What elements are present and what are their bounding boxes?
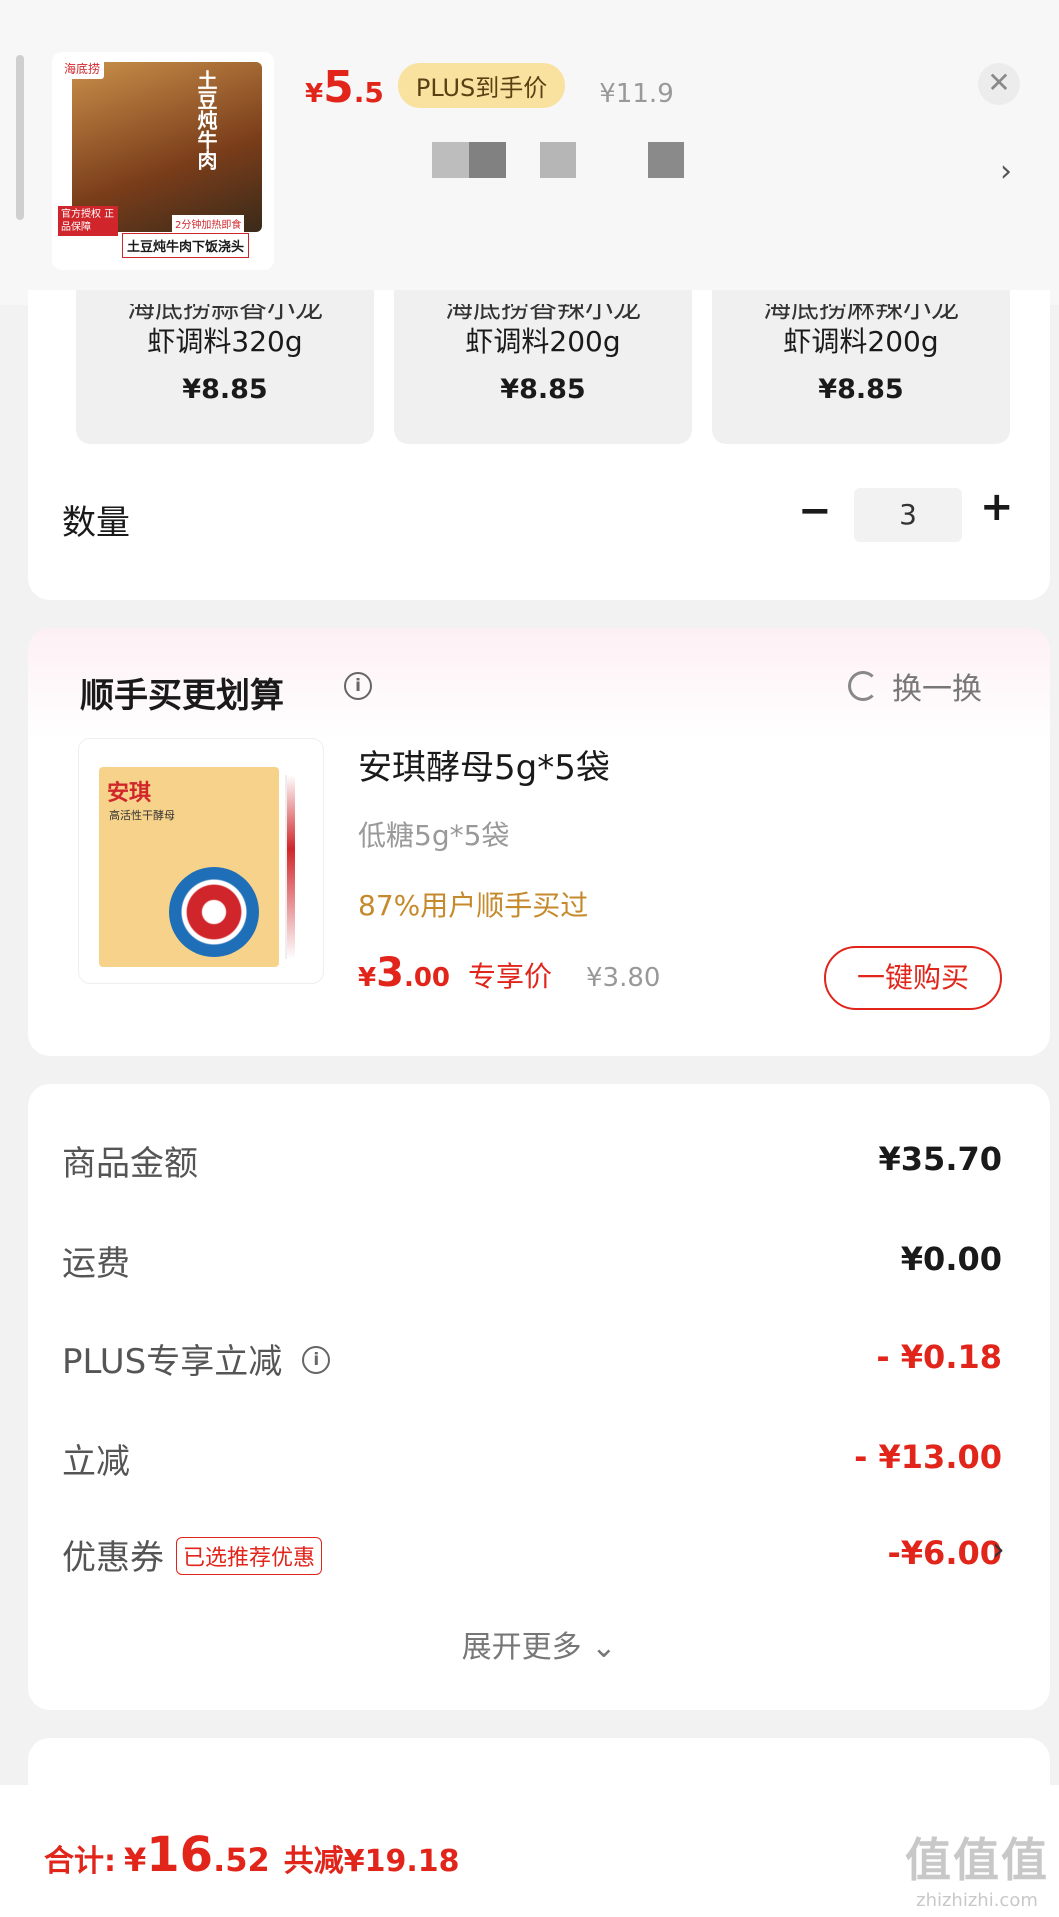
quantity-label: 数量 — [62, 503, 130, 543]
summary-value: -¥6.00 — [887, 1534, 1003, 1572]
recommend-product-stat: 87%用户顺手买过 — [358, 889, 589, 922]
summary-label: 商品金额 — [62, 1144, 198, 1184]
variant-option[interactable]: 海底捞蒜香小龙虾调料320g ¥8.85 — [76, 290, 374, 444]
variant-name-top: 海底捞香辣小龙 — [444, 304, 641, 322]
variant-name: 虾调料200g — [465, 325, 621, 358]
total-savings: 共减¥19.18 — [283, 1844, 460, 1879]
summary-row: 运费 ¥0.00 — [62, 1236, 1002, 1285]
variant-name: 虾调料320g — [147, 325, 303, 358]
total-currency: ¥ — [124, 1841, 147, 1879]
chevron-down-icon: ⌄ — [591, 1630, 617, 1665]
summary-label: 运费 — [62, 1244, 130, 1284]
recommend-card: 顺手买更划算 i 换一换 安琪 高活性干酵母 安琪酵母5g*5袋 低糖5g*5袋… — [28, 628, 1050, 1056]
watermark: 值值值 zhizhizhi.com — [905, 1824, 1049, 1911]
info-icon[interactable]: i — [344, 672, 372, 700]
variant-option[interactable]: 海底捞香辣小龙虾调料200g ¥8.85 — [394, 290, 692, 444]
variant-price: ¥8.85 — [818, 374, 904, 405]
recommend-price: ¥3.00 专享价 ¥3.80 — [358, 950, 660, 996]
recommend-product-name[interactable]: 安琪酵母5g*5袋 — [358, 740, 610, 789]
price-int: 3 — [376, 950, 404, 996]
info-icon[interactable]: i — [302, 1345, 331, 1374]
original-price: ¥3.80 — [586, 963, 661, 993]
header-price-row: ¥5.5 PLUS到手价 ¥11.9 — [305, 62, 674, 114]
coupon-tag: 已选推荐优惠 — [176, 1536, 323, 1575]
summary-row: PLUS专享立减 i - ¥0.18 — [62, 1334, 1002, 1383]
total-int: 16 — [146, 1827, 214, 1883]
variant-option[interactable]: 海底捞麻辣小龙虾调料200g ¥8.85 — [712, 290, 1010, 444]
original-price: ¥11.9 — [599, 79, 674, 109]
product-header: 海底捞 土豆炖牛肉 2分钟加热即食 官方授权 正品保障 土豆炖牛肉下饭浇头 ¥5… — [0, 0, 1059, 305]
scroll-indicator[interactable] — [16, 55, 24, 220]
yeast-package: 安琪 高活性干酵母 — [99, 767, 279, 967]
quantity-minus-button[interactable]: − — [798, 488, 832, 534]
blurred-spec — [648, 142, 684, 178]
summary-row: 商品金额 ¥35.70 — [62, 1136, 1002, 1185]
summary-label: 立减 — [62, 1442, 130, 1482]
one-click-buy-button[interactable]: 一键购买 — [824, 946, 1002, 1010]
variant-price: ¥8.85 — [182, 374, 268, 405]
thumb-dish: 土豆炖牛肉 — [194, 70, 218, 170]
recommend-product-spec: 低糖5g*5袋 — [358, 819, 510, 852]
price-dec: .00 — [403, 963, 450, 993]
expand-more-button[interactable]: 展开更多 ⌄ — [28, 1622, 1050, 1666]
total-dec: .52 — [213, 1841, 270, 1879]
pack-subtitle: 高活性干酵母 — [109, 809, 175, 822]
summary-row: 立减 - ¥13.00 — [62, 1434, 1002, 1483]
expand-label: 展开更多 — [461, 1630, 582, 1665]
price-summary-card: 商品金额 ¥35.70 运费 ¥0.00 PLUS专享立减 i - ¥0.18 立… — [28, 1084, 1050, 1710]
variant-name: 虾调料200g — [783, 325, 939, 358]
variant-name-top: 海底捞蒜香小龙 — [126, 304, 323, 322]
summary-value: - ¥0.18 — [876, 1338, 1002, 1376]
swirl-logo — [169, 867, 259, 957]
summary-value: ¥0.00 — [900, 1240, 1002, 1278]
pack-title: 安琪 — [107, 781, 152, 806]
product-thumbnail[interactable]: 海底捞 土豆炖牛肉 2分钟加热即食 官方授权 正品保障 土豆炖牛肉下饭浇头 — [52, 52, 274, 270]
checkout-bar: 合计: ¥16.52 共减¥19.18 值值值 zhizhizhi.com — [0, 1785, 1059, 1917]
price-label: 专享价 — [468, 960, 553, 993]
recommend-title: 顺手买更划算 — [80, 676, 284, 716]
quantity-input[interactable]: 3 — [854, 488, 962, 542]
blurred-spec — [432, 142, 506, 178]
variant-list: 海底捞蒜香小龙虾调料320g ¥8.85 海底捞香辣小龙虾调料200g ¥8.8… — [76, 290, 1010, 444]
summary-value: - ¥13.00 — [854, 1438, 1002, 1476]
thumb-name-tag: 土豆炖牛肉下饭浇头 — [122, 233, 250, 258]
quantity-plus-button[interactable]: + — [980, 484, 1014, 530]
pack-strip — [285, 775, 295, 959]
recommend-product-image[interactable]: 安琪 高活性干酵母 — [78, 738, 324, 984]
spec-card: 海底捞蒜香小龙虾调料320g ¥8.85 海底捞香辣小龙虾调料200g ¥8.8… — [28, 290, 1050, 600]
blurred-spec — [540, 142, 576, 178]
header-price: ¥5.5 — [305, 62, 384, 113]
watermark-url: zhizhizhi.com — [916, 1890, 1038, 1911]
thumb-heat-tag: 2分钟加热即食 — [172, 215, 245, 232]
chevron-right-icon[interactable]: › — [1000, 154, 1012, 189]
summary-value: ¥35.70 — [878, 1140, 1002, 1178]
total-price: 合计: ¥16.52 共减¥19.18 — [44, 1827, 460, 1883]
refresh-button[interactable]: 换一换 — [848, 664, 982, 708]
variant-name-top: 海底捞麻辣小龙 — [762, 304, 959, 322]
thumb-auth-tag: 官方授权 正品保障 — [58, 206, 118, 236]
refresh-label: 换一换 — [892, 672, 982, 707]
plus-price-badge: PLUS到手价 — [397, 63, 566, 108]
price-currency: ¥ — [358, 963, 377, 993]
chevron-right-icon[interactable]: › — [992, 1530, 1005, 1568]
refresh-icon — [848, 671, 878, 701]
close-icon[interactable]: ✕ — [978, 63, 1020, 105]
summary-label: PLUS专享立减 — [62, 1342, 283, 1382]
total-label: 合计: — [44, 1844, 116, 1879]
summary-label: 优惠券 — [62, 1538, 164, 1578]
coupon-row[interactable]: 优惠券 已选推荐优惠 -¥6.00 — [62, 1530, 1002, 1579]
variant-price: ¥8.85 — [500, 374, 586, 405]
watermark-brand: 值值值 — [905, 1833, 1049, 1887]
thumb-brand: 海底捞 — [60, 58, 105, 79]
